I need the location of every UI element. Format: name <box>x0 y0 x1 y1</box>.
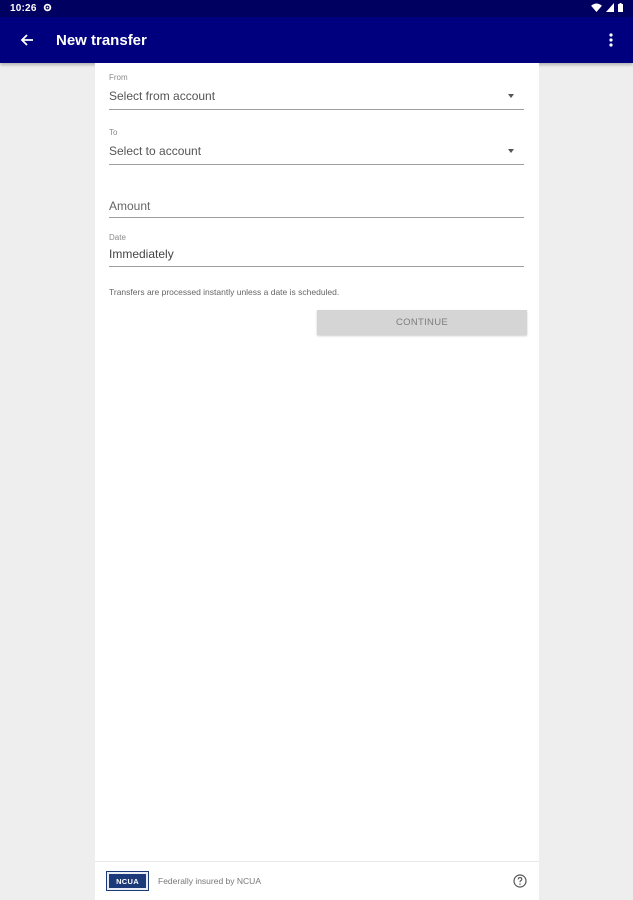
insured-text: Federally insured by NCUA <box>158 876 261 886</box>
amount-input[interactable]: Amount <box>109 194 524 218</box>
continue-button[interactable]: CONTINUE <box>317 310 527 335</box>
from-account-select[interactable]: Select from account <box>109 72 524 110</box>
ncua-logo-text: NCUA <box>116 876 139 886</box>
signal-icon <box>606 2 614 15</box>
amount-field: Amount <box>109 194 524 218</box>
app-bar: New transfer <box>0 17 633 63</box>
status-icons <box>591 2 623 15</box>
date-field: Date Immediately <box>109 233 524 267</box>
more-vert-icon[interactable] <box>599 25 623 55</box>
status-bar: 10:26 <box>0 0 633 17</box>
wifi-icon <box>591 2 602 15</box>
settings-icon <box>43 3 52 15</box>
battery-icon <box>618 2 623 15</box>
to-account-value: Select to account <box>109 143 202 158</box>
date-label: Date <box>109 233 126 242</box>
arrow-back-icon[interactable] <box>9 22 45 58</box>
to-account-select[interactable]: Select to account <box>109 127 524 165</box>
chevron-down-icon <box>508 93 514 98</box>
page-title: New transfer <box>56 31 147 49</box>
chevron-down-icon <box>508 148 514 153</box>
date-input[interactable]: Immediately <box>109 242 524 267</box>
date-value: Immediately <box>109 247 174 261</box>
footer: NCUA Federally insured by NCUA <box>95 861 539 900</box>
amount-placeholder: Amount <box>109 198 151 213</box>
from-account-field: From Select from account <box>109 73 524 110</box>
transfer-form-panel: From Select from account To Select to ac… <box>95 63 539 900</box>
to-account-field: To Select to account <box>109 128 524 165</box>
status-time: 10:26 <box>10 3 37 14</box>
ncua-logo: NCUA <box>106 871 149 891</box>
transfer-note: Transfers are processed instantly unless… <box>109 287 340 297</box>
help-icon[interactable] <box>513 874 527 888</box>
from-account-value: Select from account <box>109 88 216 103</box>
